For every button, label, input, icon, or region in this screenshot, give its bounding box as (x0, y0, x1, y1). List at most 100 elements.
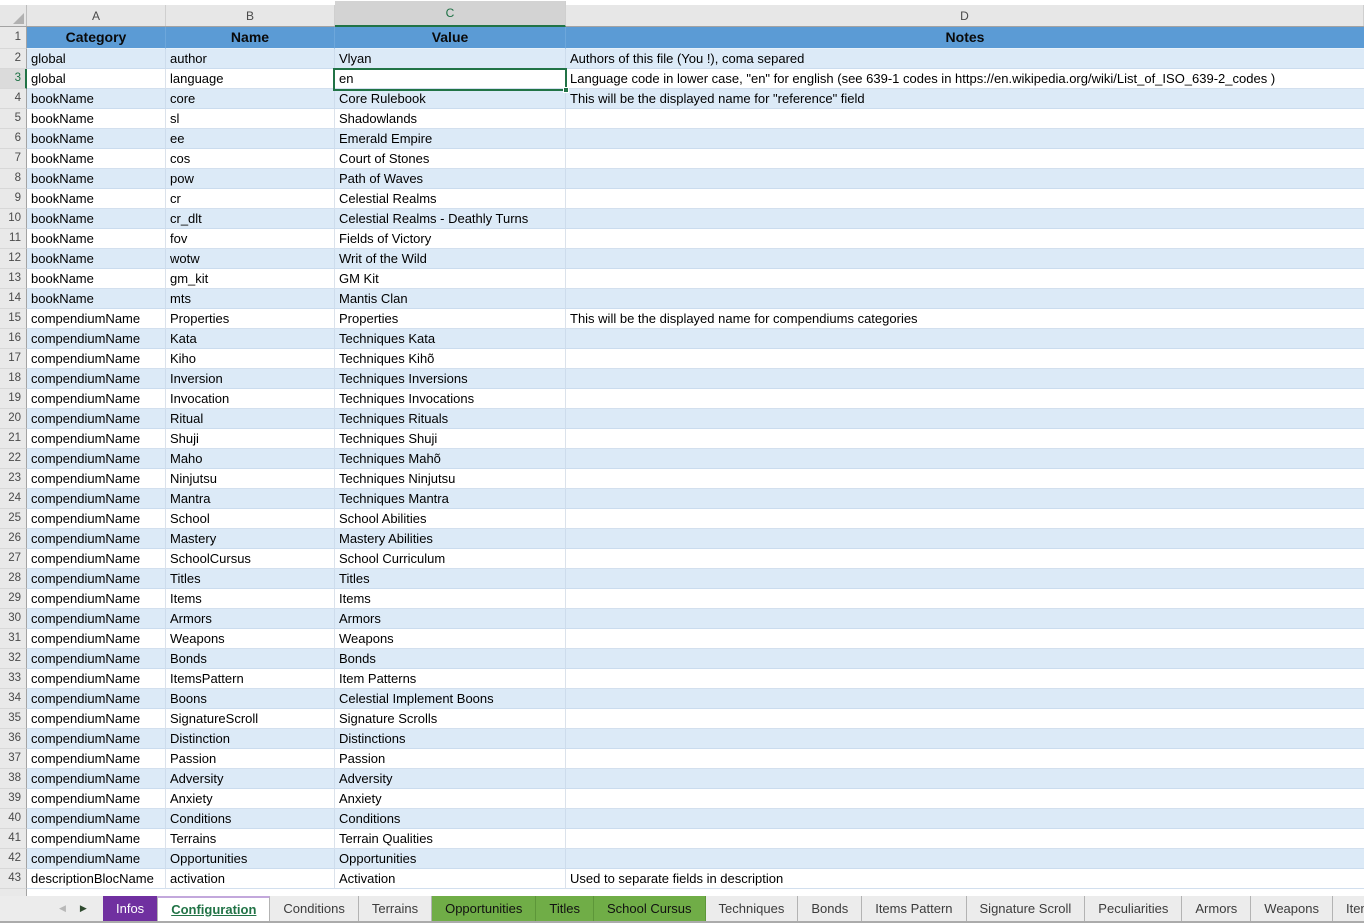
cell-notes[interactable] (566, 729, 1364, 749)
cell-category[interactable]: compendiumName (27, 789, 166, 809)
cell-value[interactable]: Vlyan (335, 49, 566, 69)
cell-category[interactable]: bookName (27, 269, 166, 289)
cell-value[interactable]: Signature Scrolls (335, 709, 566, 729)
cell-value[interactable]: Titles (335, 569, 566, 589)
column-header-B[interactable]: B (166, 5, 335, 26)
row-number[interactable]: 10 (0, 209, 27, 229)
cell-name[interactable]: Maho (166, 449, 335, 469)
sheet-tab-weapons[interactable]: Weapons (1251, 896, 1333, 921)
cell-value[interactable]: en (335, 69, 566, 89)
sheet-tab-infos[interactable]: Infos (103, 896, 157, 921)
cell-value[interactable]: Passion (335, 749, 566, 769)
cell-value[interactable]: Emerald Empire (335, 129, 566, 149)
cell-value[interactable]: Techniques Rituals (335, 409, 566, 429)
cell-category[interactable]: bookName (27, 149, 166, 169)
cell-name[interactable]: cr (166, 189, 335, 209)
sheet-tab-titles[interactable]: Titles (536, 896, 594, 921)
cell-notes[interactable] (566, 649, 1364, 669)
cell-name[interactable]: fov (166, 229, 335, 249)
row-number[interactable]: 17 (0, 349, 27, 369)
cell-category[interactable]: compendiumName (27, 849, 166, 869)
row-number[interactable]: 21 (0, 429, 27, 449)
cell-category[interactable]: compendiumName (27, 449, 166, 469)
cell-value[interactable]: School Abilities (335, 509, 566, 529)
cell-category[interactable]: compendiumName (27, 569, 166, 589)
cell-category[interactable]: compendiumName (27, 829, 166, 849)
cell-notes[interactable] (566, 229, 1364, 249)
column-header-D[interactable]: D (566, 5, 1364, 26)
cell-value[interactable]: Weapons (335, 629, 566, 649)
row-number[interactable]: 29 (0, 589, 27, 609)
cell-value[interactable]: Opportunities (335, 849, 566, 869)
sheet-tab-peculiarities[interactable]: Peculiarities (1085, 896, 1182, 921)
cell-value[interactable]: Conditions (335, 809, 566, 829)
cell-name[interactable]: sl (166, 109, 335, 129)
cell-notes[interactable] (566, 549, 1364, 569)
cell-name[interactable]: Ritual (166, 409, 335, 429)
cell-value[interactable]: Writ of the Wild (335, 249, 566, 269)
cell-category[interactable]: compendiumName (27, 469, 166, 489)
cell-name[interactable]: cos (166, 149, 335, 169)
cell-notes[interactable] (566, 529, 1364, 549)
cell-name[interactable]: mts (166, 289, 335, 309)
cell-notes[interactable] (566, 669, 1364, 689)
sheet-tab-conditions[interactable]: Conditions (270, 896, 358, 921)
cell-notes[interactable] (566, 509, 1364, 529)
cell-category[interactable]: compendiumName (27, 689, 166, 709)
row-number[interactable]: 39 (0, 789, 27, 809)
cell-value[interactable]: Celestial Implement Boons (335, 689, 566, 709)
row-number[interactable]: 22 (0, 449, 27, 469)
cell-notes[interactable] (566, 429, 1364, 449)
cell-name[interactable]: Bonds (166, 649, 335, 669)
cell-value[interactable]: Distinctions (335, 729, 566, 749)
cell-value[interactable]: Activation (335, 869, 566, 889)
cell-name[interactable]: Properties (166, 309, 335, 329)
cell-category[interactable]: compendiumName (27, 729, 166, 749)
cell-name[interactable]: Opportunities (166, 849, 335, 869)
cell-name[interactable]: Shuji (166, 429, 335, 449)
cell-notes[interactable] (566, 169, 1364, 189)
cell-name[interactable]: Distinction (166, 729, 335, 749)
cell-notes[interactable] (566, 329, 1364, 349)
row-number[interactable]: 7 (0, 149, 27, 169)
cell-notes[interactable] (566, 289, 1364, 309)
cell-notes[interactable]: Language code in lower case, "en" for en… (566, 69, 1364, 89)
row-number[interactable]: 6 (0, 129, 27, 149)
row-number[interactable]: 38 (0, 769, 27, 789)
sheet-tab-items[interactable]: Items (1333, 896, 1364, 921)
cell-value[interactable]: Techniques Mahõ (335, 449, 566, 469)
row-number[interactable]: 12 (0, 249, 27, 269)
row-number[interactable]: 18 (0, 369, 27, 389)
cell-value[interactable]: Adversity (335, 769, 566, 789)
cell-category[interactable]: global (27, 69, 166, 89)
cell-value[interactable]: Techniques Ninjutsu (335, 469, 566, 489)
cell-name[interactable]: cr_dlt (166, 209, 335, 229)
cell-notes[interactable] (566, 589, 1364, 609)
cell-name[interactable]: Armors (166, 609, 335, 629)
cell-value[interactable]: Terrain Qualities (335, 829, 566, 849)
sheet-tab-terrains[interactable]: Terrains (359, 896, 432, 921)
cell-name[interactable]: SignatureScroll (166, 709, 335, 729)
row-number[interactable]: 14 (0, 289, 27, 309)
cell-value[interactable]: Path of Waves (335, 169, 566, 189)
cell-notes[interactable] (566, 269, 1364, 289)
cell-category[interactable]: bookName (27, 189, 166, 209)
cell-name[interactable]: Adversity (166, 769, 335, 789)
cell-category[interactable]: global (27, 49, 166, 69)
cell-value[interactable]: Mantis Clan (335, 289, 566, 309)
cell-name[interactable]: Passion (166, 749, 335, 769)
sheet-tab-techniques[interactable]: Techniques (706, 896, 799, 921)
column-title-category[interactable]: Category (27, 27, 166, 49)
cell-name[interactable]: wotw (166, 249, 335, 269)
cell-category[interactable]: compendiumName (27, 509, 166, 529)
cell-category[interactable]: compendiumName (27, 389, 166, 409)
cell-category[interactable]: compendiumName (27, 549, 166, 569)
row-number[interactable]: 40 (0, 809, 27, 829)
cell-category[interactable]: compendiumName (27, 589, 166, 609)
cell-name[interactable]: Kiho (166, 349, 335, 369)
cell-category[interactable]: compendiumName (27, 709, 166, 729)
cell-value[interactable]: Celestial Realms (335, 189, 566, 209)
cell-notes[interactable] (566, 449, 1364, 469)
row-number[interactable]: 30 (0, 609, 27, 629)
cell-notes[interactable]: Authors of this file (You !), coma separ… (566, 49, 1364, 69)
